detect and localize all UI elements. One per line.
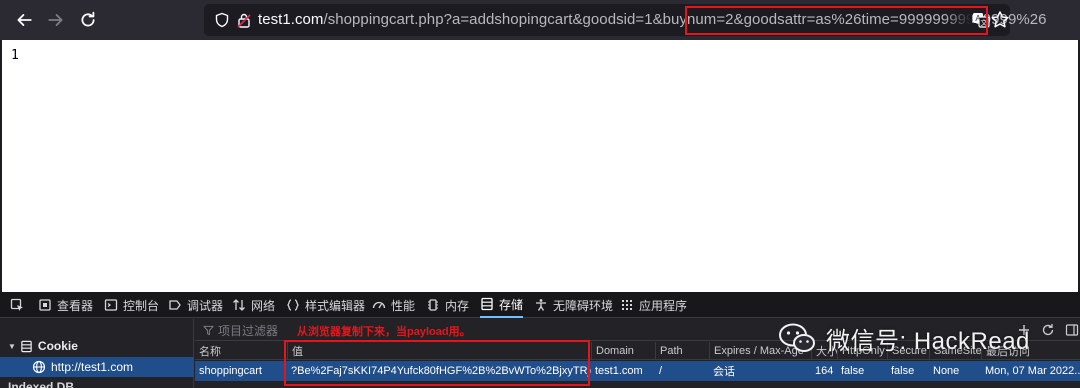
reload-icon bbox=[81, 11, 95, 27]
page-content: 1 bbox=[2, 40, 1078, 292]
element-picker-icon bbox=[10, 298, 23, 311]
tab-style-editor-label: 样式编辑器 bbox=[305, 298, 366, 313]
reload-button[interactable] bbox=[76, 8, 100, 32]
tab-debugger[interactable]: 调试器 bbox=[168, 292, 223, 318]
annotation-note: 从浏览器复制下来，当payload用。 bbox=[297, 326, 471, 338]
column-header-name[interactable]: 名称 bbox=[195, 342, 287, 360]
refresh-icon[interactable] bbox=[1041, 323, 1055, 337]
forward-arrow-icon bbox=[48, 14, 63, 26]
tab-performance-label: 性能 bbox=[391, 298, 416, 313]
filter-input[interactable]: 项目过滤器 bbox=[203, 322, 278, 339]
watermark: 微信号: HackRead bbox=[778, 313, 1030, 363]
element-picker-button[interactable] bbox=[10, 292, 29, 318]
cell-httponly[interactable]: false bbox=[837, 361, 887, 381]
cell-size[interactable]: 164 bbox=[811, 361, 837, 381]
column-header-value[interactable]: 值 bbox=[287, 342, 591, 360]
tab-network[interactable]: 网络 bbox=[232, 292, 275, 318]
tab-network-label: 网络 bbox=[251, 298, 276, 313]
url-host: test1.com bbox=[258, 11, 324, 28]
cell-samesite[interactable]: None bbox=[929, 361, 981, 381]
cell-value[interactable]: ?Be%2Faj7sKKI74P4Yufck80fHGF%2B%2BvWTo%2… bbox=[287, 361, 591, 381]
tab-style-editor[interactable]: 样式编辑器 bbox=[286, 292, 365, 318]
sidebar-item-cookie-label: Cookie bbox=[37, 339, 78, 353]
insecure-lock-icon[interactable] bbox=[237, 12, 251, 28]
storage-sidebar: ▼ Cookie http://test1.com Indexed DB bbox=[0, 319, 194, 388]
tracking-protection-shield-icon[interactable] bbox=[214, 12, 230, 28]
url-path: /shoppingcart.php?a=addshopingcart&goods… bbox=[323, 11, 1047, 28]
column-header-path[interactable]: Path bbox=[655, 342, 709, 360]
url-text[interactable]: test1.com/shoppingcart.php?a=addshopingc… bbox=[258, 11, 1047, 28]
tab-accessibility[interactable]: 无障碍环境 bbox=[534, 292, 613, 318]
tab-performance[interactable]: 性能 bbox=[372, 292, 415, 318]
tab-application-label: 应用程序 bbox=[639, 298, 688, 313]
application-grid-icon bbox=[622, 300, 632, 310]
performance-icon bbox=[372, 301, 386, 309]
watermark-text: 微信号: HackRead bbox=[826, 327, 1030, 355]
accessibility-icon bbox=[536, 299, 546, 311]
network-icon bbox=[233, 299, 245, 311]
translate-icon[interactable]: A文 bbox=[972, 11, 990, 29]
cell-last-accessed[interactable]: Mon, 07 Mar 2022... bbox=[981, 361, 1080, 381]
page-body-text: 1 bbox=[11, 48, 19, 63]
forward-button[interactable] bbox=[44, 8, 68, 32]
sidebar-item-indexeddb[interactable]: Indexed DB bbox=[8, 380, 74, 388]
memory-icon bbox=[428, 299, 438, 311]
tab-memory[interactable]: 内存 bbox=[426, 292, 469, 318]
wechat-logo-icon bbox=[779, 323, 815, 352]
cell-secure[interactable]: false bbox=[887, 361, 929, 381]
tab-accessibility-label: 无障碍环境 bbox=[553, 298, 614, 313]
expand-triangle-icon[interactable]: ▼ bbox=[8, 342, 16, 351]
column-header-domain[interactable]: Domain bbox=[591, 342, 655, 360]
back-button[interactable] bbox=[12, 8, 36, 32]
url-fade-overlay bbox=[944, 6, 972, 34]
bookmark-star-icon[interactable] bbox=[990, 10, 1010, 30]
globe-icon bbox=[32, 360, 46, 374]
address-bar[interactable]: test1.com/shoppingcart.php?a=addshopingc… bbox=[204, 4, 1046, 36]
tab-memory-label: 内存 bbox=[445, 298, 470, 313]
storage-icon bbox=[481, 297, 493, 311]
browser-toolbar: test1.com/shoppingcart.php?a=addshopingc… bbox=[0, 0, 1080, 40]
inspector-icon bbox=[39, 299, 51, 311]
sidebar-item-cookie[interactable]: ▼ Cookie bbox=[8, 337, 78, 355]
cell-name[interactable]: shoppingcart bbox=[195, 361, 287, 381]
tab-console[interactable]: 控制台 bbox=[104, 292, 159, 318]
svg-text:文: 文 bbox=[981, 18, 988, 27]
tab-console-label: 控制台 bbox=[123, 298, 160, 313]
cell-domain[interactable]: test1.com bbox=[591, 361, 655, 381]
tab-debugger-label: 调试器 bbox=[187, 298, 224, 313]
tab-inspector-label: 查看器 bbox=[57, 298, 94, 313]
cookie-table-row[interactable]: shoppingcart ?Be%2Faj7sKKI74P4Yufck80fHG… bbox=[195, 361, 1080, 381]
style-editor-icon bbox=[287, 299, 299, 311]
cookie-storage-icon bbox=[21, 340, 32, 352]
tab-storage-label: 存储 bbox=[499, 297, 524, 312]
tab-application[interactable]: 应用程序 bbox=[620, 292, 687, 318]
filter-funnel-icon bbox=[203, 325, 214, 336]
sidebar-toggle-icon[interactable] bbox=[1065, 323, 1079, 337]
console-icon bbox=[104, 299, 118, 311]
cell-path[interactable]: / bbox=[655, 361, 709, 381]
sidebar-item-host[interactable]: http://test1.com bbox=[0, 357, 194, 377]
back-arrow-icon bbox=[17, 14, 32, 26]
sidebar-item-host-label: http://test1.com bbox=[51, 360, 134, 374]
tab-inspector[interactable]: 查看器 bbox=[38, 292, 93, 318]
tab-storage[interactable]: 存储 bbox=[480, 292, 524, 318]
filter-placeholder: 项目过滤器 bbox=[218, 324, 279, 338]
debugger-icon bbox=[169, 300, 181, 310]
cell-expires[interactable]: 会话 bbox=[709, 361, 811, 381]
